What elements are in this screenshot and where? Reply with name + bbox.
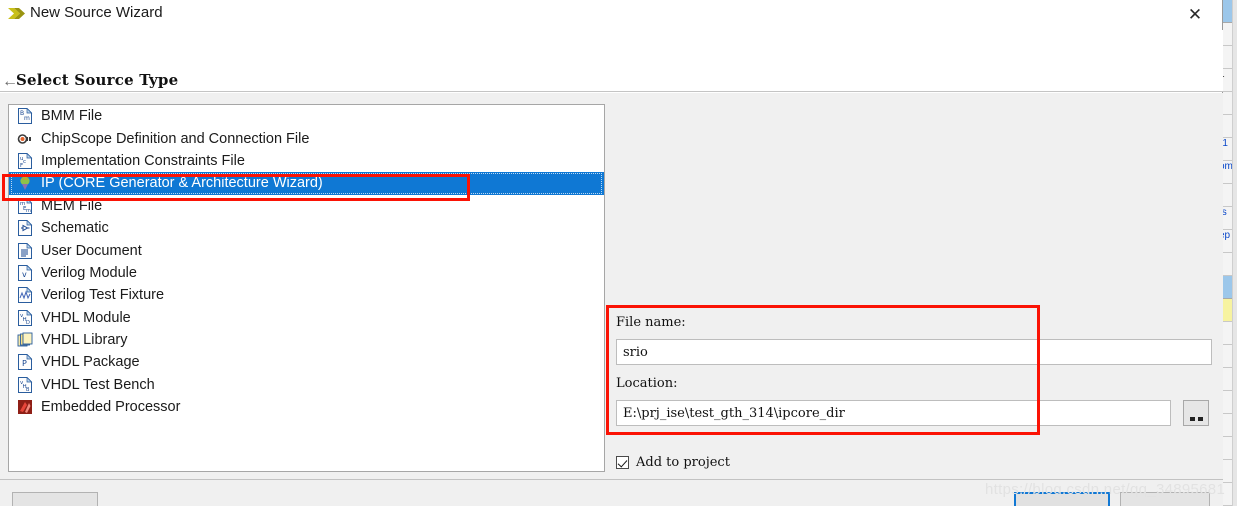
svg-text:F: F [20, 163, 23, 169]
vhdl-package-icon: P [17, 354, 33, 371]
add-to-project-checkbox[interactable]: Add to project [616, 455, 730, 470]
footer-button-primary[interactable] [1014, 492, 1110, 506]
list-item[interactable]: P VHDL Package [9, 351, 604, 373]
file-name-input[interactable]: srio [616, 339, 1212, 365]
list-item-label: Verilog Module [41, 264, 137, 281]
close-icon[interactable]: ✕ [1180, 2, 1210, 28]
list-item-label: VHDL Test Bench [41, 376, 155, 393]
svg-text:B: B [26, 387, 30, 393]
svg-text:m: m [26, 208, 31, 214]
page-title: Select Source Type [16, 71, 179, 89]
location-label: Location: [616, 376, 678, 391]
verilog-testfixture-icon [17, 287, 33, 304]
browse-button[interactable] [1183, 400, 1209, 426]
svg-text:c: c [23, 159, 26, 165]
mem-file-icon: mEm [17, 197, 33, 214]
embedded-processor-icon [17, 399, 33, 415]
footer-button-left[interactable] [12, 492, 98, 506]
list-item-label: ChipScope Definition and Connection File [41, 130, 310, 147]
list-item[interactable]: v H B VHDL Test Bench [9, 374, 604, 396]
screen: 1(1omtsep( New Source Wizard ✕ ← Select … [0, 0, 1237, 506]
ip-core-icon [17, 175, 33, 191]
source-type-list[interactable]: Bm BMM File ChipScope Definition and Conne… [8, 104, 605, 472]
list-item[interactable]: IP (CORE Generator & Architecture Wizard… [9, 172, 604, 195]
vhdl-module-icon: vHD [17, 309, 33, 326]
dialog-body: Bm BMM File ChipScope Definition and Conne… [0, 93, 1223, 479]
list-item-label: Verilog Test Fixture [41, 287, 165, 304]
list-item[interactable]: m Em MEM File [9, 195, 604, 217]
list-item-label: VHDL Package [41, 354, 140, 371]
wizard-header: ← Select Source Type Select source type,… [0, 30, 1223, 106]
list-item[interactable]: VHDL Library [9, 329, 604, 351]
chipscope-icon [17, 131, 33, 147]
vhdl-testbench-icon: vHB [17, 376, 33, 393]
list-item-label: VHDL Module [41, 309, 131, 326]
list-item-label: VHDL Library [41, 332, 128, 349]
dialog-title: New Source Wizard [30, 4, 163, 21]
svg-text:D: D [26, 320, 30, 326]
list-item[interactable]: User Document [9, 239, 604, 261]
background-scrollbar[interactable] [1232, 0, 1237, 506]
svg-text:v: v [22, 270, 27, 279]
bmm-file-icon: Bm [17, 108, 33, 125]
footer-button-secondary[interactable] [1120, 492, 1210, 506]
location-value: E:\prj_ise\test_gth_314\ipcore_dir [623, 405, 845, 421]
vhdl-library-icon [17, 332, 33, 348]
list-item-label: Schematic [41, 220, 109, 237]
list-item[interactable]: v Verilog Module [9, 262, 604, 284]
file-name-label: File name: [616, 315, 686, 330]
browse-dot-left [1189, 417, 1195, 421]
verilog-module-icon: v [17, 264, 33, 281]
list-item[interactable]: Schematic [9, 217, 604, 239]
list-item[interactable]: u c F Implementation Constraints File [9, 150, 604, 172]
dialog-titlebar: New Source Wizard ✕ [0, 0, 1222, 30]
list-item-label: BMM File [41, 108, 103, 125]
list-item-label: MEM File [41, 197, 103, 214]
ucf-file-icon: ucF [17, 152, 33, 169]
list-item[interactable]: Bm BMM File [9, 105, 604, 127]
double-chevron-icon [8, 5, 26, 22]
location-input[interactable]: E:\prj_ise\test_gth_314\ipcore_dir [616, 400, 1171, 426]
browse-dot-right [1197, 417, 1203, 421]
file-name-value: srio [623, 344, 648, 360]
checkbox-check-icon[interactable] [616, 456, 629, 469]
list-item[interactable]: ChipScope Definition and Connection File [9, 127, 604, 149]
add-to-project-label: Add to project [636, 455, 730, 470]
list-item-label: Embedded Processor [41, 399, 181, 416]
new-source-wizard-dialog: New Source Wizard ✕ ← Select Source Type… [0, 0, 1223, 506]
svg-text:m: m [24, 115, 30, 122]
svg-text:P: P [22, 359, 27, 368]
document-icon [17, 242, 33, 259]
list-item-label: Implementation Constraints File [41, 152, 245, 169]
list-item-label: IP (CORE Generator & Architecture Wizard… [41, 175, 323, 192]
list-item[interactable]: Verilog Test Fixture [9, 284, 604, 306]
list-item[interactable]: v H D VHDL Module [9, 307, 604, 329]
list-item-label: User Document [41, 242, 142, 259]
list-item[interactable]: Embedded Processor [9, 396, 604, 418]
dialog-footer [0, 479, 1223, 506]
schematic-icon [17, 220, 33, 237]
